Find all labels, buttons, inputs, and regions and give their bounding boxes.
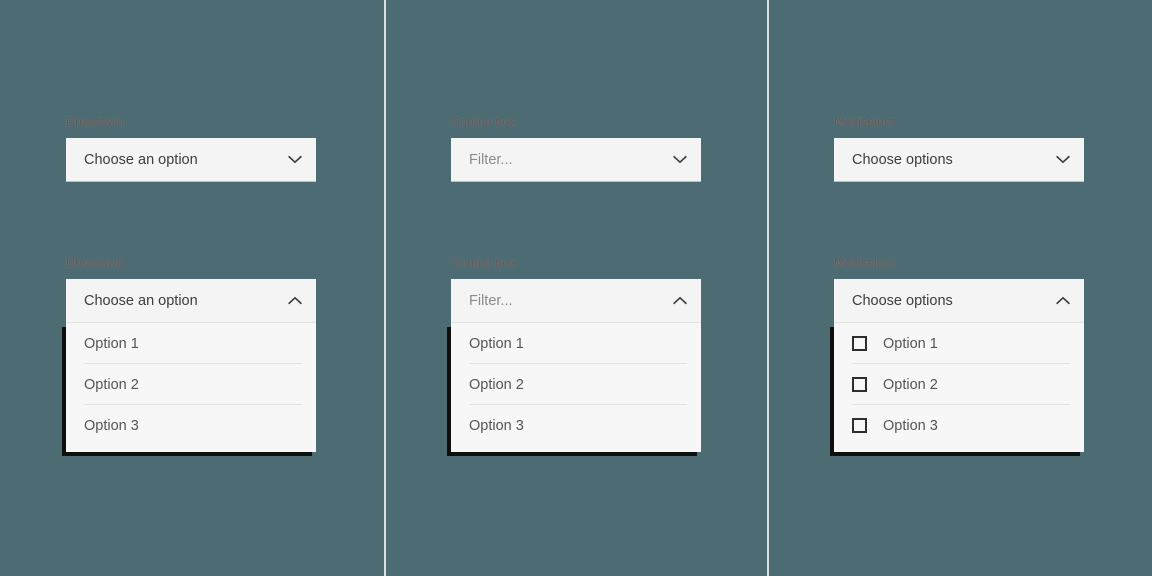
multiselect-closed-label: Multiselect <box>834 115 895 129</box>
dropdown-closed-wrap: Choose an option <box>66 138 316 182</box>
chevron-up-icon <box>288 296 302 305</box>
combobox-open-menu: Option 1 Option 2 Option 3 <box>451 323 701 452</box>
dropdown-open-trigger-text: Choose an option <box>84 292 198 309</box>
multiselect-open-wrap: Choose options Option 1 Option 2 Option … <box>834 279 1084 452</box>
option-label: Option 3 <box>469 417 524 434</box>
combobox-closed-trigger[interactable]: Filter... <box>451 138 701 182</box>
list-item[interactable]: Option 1 <box>66 323 316 364</box>
list-item[interactable]: Option 2 <box>834 364 1084 405</box>
option-label: Option 3 <box>883 417 938 434</box>
checkbox-unchecked-icon[interactable] <box>852 336 867 351</box>
chevron-down-icon <box>1056 155 1070 164</box>
combobox-filter-input[interactable]: Filter... <box>469 152 513 168</box>
option-label: Option 2 <box>84 376 139 393</box>
chevron-down-icon <box>288 155 302 164</box>
chevron-up-icon <box>673 296 687 305</box>
column-dropdown: Dropdown Choose an option Dropdown Choos… <box>0 0 384 576</box>
combobox-closed-label: Combo box <box>451 115 516 129</box>
checkbox-unchecked-icon[interactable] <box>852 377 867 392</box>
multiselect-open-label: Multiselect <box>834 256 895 270</box>
dropdown-open-cell: Dropdown Choose an option Option 1 Optio… <box>66 255 316 452</box>
dropdown-open-trigger[interactable]: Choose an option <box>66 279 316 323</box>
list-item[interactable]: Option 2 <box>451 364 701 405</box>
option-label: Option 2 <box>469 376 524 393</box>
option-label: Option 1 <box>84 335 139 352</box>
option-label: Option 3 <box>84 417 139 434</box>
dropdown-closed-label: Dropdown <box>66 115 124 129</box>
list-item[interactable]: Option 2 <box>66 364 316 405</box>
list-item[interactable]: Option 3 <box>834 405 1084 446</box>
combobox-closed-wrap: Filter... <box>451 138 701 182</box>
multiselect-closed-trigger[interactable]: Choose options <box>834 138 1084 182</box>
list-item[interactable]: Option 3 <box>66 405 316 446</box>
multiselect-open-trigger-text: Choose options <box>852 292 953 309</box>
option-label: Option 1 <box>469 335 524 352</box>
column-combobox: Combo box Filter... Combo box Filter... <box>385 0 769 576</box>
dropdown-closed-trigger-text: Choose an option <box>84 151 198 168</box>
multiselect-open-cell: Multiselect Choose options Option 1 Opti… <box>834 255 1084 452</box>
component-showcase-canvas: Dropdown Choose an option Dropdown Choos… <box>0 0 1152 576</box>
multiselect-closed-trigger-text: Choose options <box>852 151 953 168</box>
list-item[interactable]: Option 1 <box>451 323 701 364</box>
combobox-open-cell: Combo box Filter... Option 1 Option 2 Op… <box>451 255 701 452</box>
combobox-open-trigger[interactable]: Filter... <box>451 279 701 323</box>
chevron-down-icon <box>673 155 687 164</box>
combobox-open-wrap: Filter... Option 1 Option 2 Option 3 <box>451 279 701 452</box>
combobox-open-label: Combo box <box>451 256 516 270</box>
dropdown-closed-trigger[interactable]: Choose an option <box>66 138 316 182</box>
multiselect-open-menu: Option 1 Option 2 Option 3 <box>834 323 1084 452</box>
multiselect-open-trigger[interactable]: Choose options <box>834 279 1084 323</box>
combobox-closed-cell: Combo box Filter... <box>451 114 701 182</box>
multiselect-closed-wrap: Choose options <box>834 138 1084 182</box>
option-label: Option 1 <box>883 335 938 352</box>
checkbox-unchecked-icon[interactable] <box>852 418 867 433</box>
option-label: Option 2 <box>883 376 938 393</box>
dropdown-open-label: Dropdown <box>66 256 124 270</box>
chevron-up-icon <box>1056 296 1070 305</box>
combobox-filter-input-open[interactable]: Filter... <box>469 293 513 309</box>
multiselect-closed-cell: Multiselect Choose options <box>834 114 1084 182</box>
list-item[interactable]: Option 3 <box>451 405 701 446</box>
list-item[interactable]: Option 1 <box>834 323 1084 364</box>
dropdown-open-wrap: Choose an option Option 1 Option 2 Optio… <box>66 279 316 452</box>
column-multiselect: Multiselect Choose options Multiselect C… <box>768 0 1152 576</box>
dropdown-open-menu: Option 1 Option 2 Option 3 <box>66 323 316 452</box>
dropdown-closed-cell: Dropdown Choose an option <box>66 114 316 182</box>
